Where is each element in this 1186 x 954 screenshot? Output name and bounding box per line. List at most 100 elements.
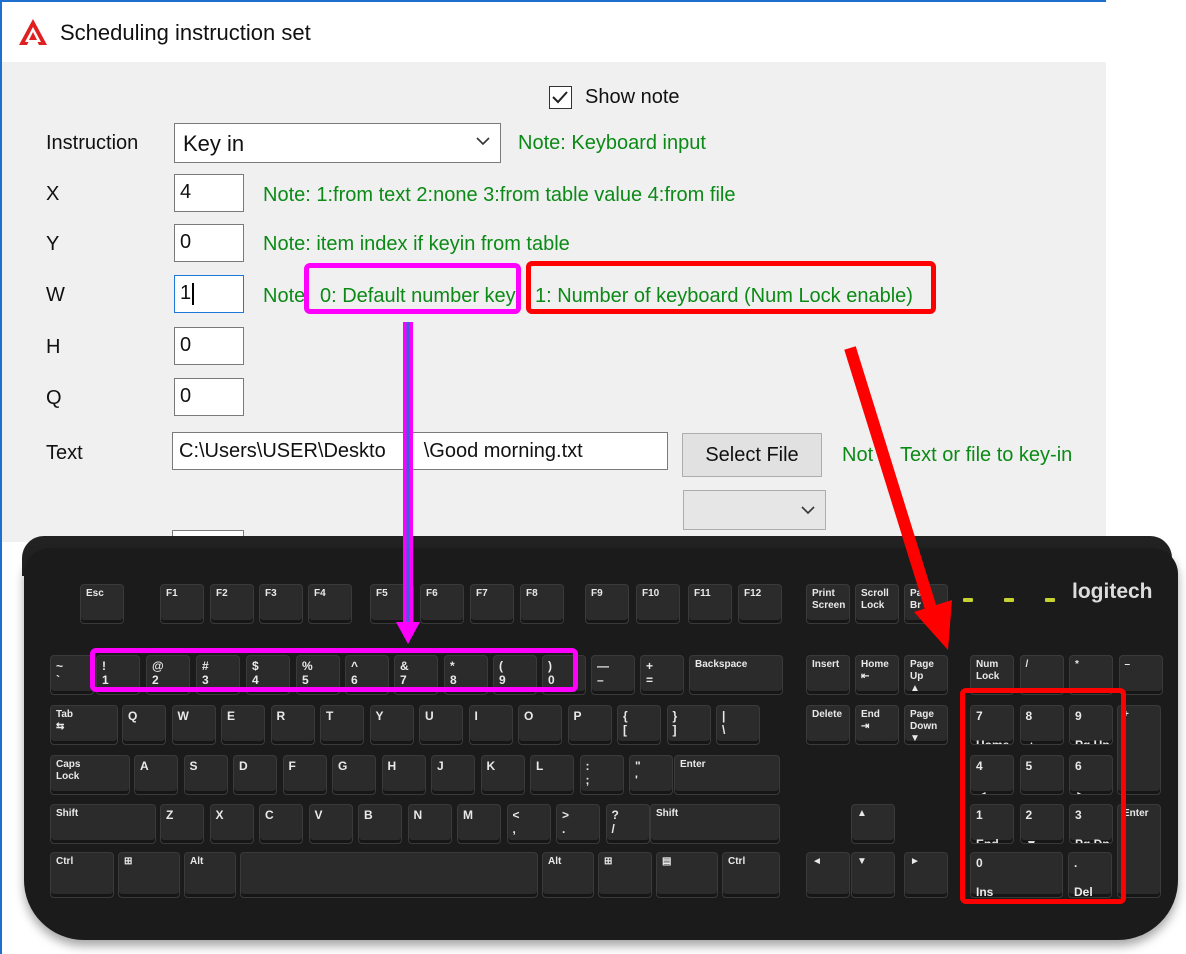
letter-key: N: [407, 804, 452, 844]
modifier-key: Ctrl: [50, 852, 114, 898]
fn-key: F5: [370, 584, 414, 624]
number-row-key: — –: [591, 655, 635, 695]
letter-key: : ;: [579, 755, 624, 795]
letter-key: G: [332, 755, 376, 795]
default-number-key-highlight: [304, 263, 521, 314]
numpad-highlight: [960, 688, 1126, 904]
letter-key: L: [530, 755, 574, 795]
modifier-key: Alt: [184, 852, 236, 898]
fn-key: Esc: [80, 584, 124, 624]
h-value: 0: [180, 334, 192, 356]
letter-key: ? /: [605, 804, 650, 844]
fn-key: F8: [520, 584, 564, 624]
window-title: Scheduling instruction set: [60, 20, 311, 45]
nav-key: Page Down ▼: [904, 705, 948, 745]
q-value: 0: [180, 385, 192, 407]
modifier-key: ▤: [656, 852, 718, 898]
q-label: Q: [46, 387, 62, 409]
scroll-lock-led: [1045, 598, 1055, 602]
text-note-tail: Text or file to key-in: [900, 444, 1073, 466]
number-row-key: ~ `: [50, 655, 94, 695]
numpad-key: –: [1118, 655, 1163, 695]
fn-key: F6: [420, 584, 464, 624]
arrow-down-key: ▼: [851, 852, 895, 898]
letter-key: F: [282, 755, 327, 795]
num-lock-led: [963, 598, 973, 602]
x-label: X: [46, 183, 60, 205]
modifier-key: Alt: [542, 852, 594, 898]
fn-key: F10: [636, 584, 680, 624]
number-row-key: + =: [640, 655, 684, 695]
letter-key: E: [221, 705, 265, 745]
encoding-select[interactable]: [683, 490, 826, 530]
letter-key: D: [233, 755, 277, 795]
letter-key: Z: [160, 804, 204, 844]
letter-key: { [: [617, 705, 661, 745]
app-logo-icon: [19, 19, 47, 45]
letter-key: I: [468, 705, 513, 745]
fn-key: F9: [585, 584, 629, 624]
letter-key: M: [457, 804, 501, 844]
instruction-label: Instruction: [46, 132, 139, 154]
modifier-key: ⊞: [118, 852, 180, 898]
y-value: 0: [180, 231, 192, 253]
show-note-checkbox[interactable]: [549, 86, 572, 109]
keyboard-brand: logitech: [1072, 580, 1153, 603]
checkmark-icon: [552, 91, 568, 104]
letter-key: C: [259, 804, 303, 844]
instruction-note: Note: Keyboard input: [518, 132, 706, 154]
letter-key: W: [171, 705, 216, 745]
h-input[interactable]: 0: [174, 327, 244, 365]
letter-key: S: [183, 755, 228, 795]
instruction-value: Key in: [183, 131, 245, 156]
letter-key: V: [308, 804, 353, 844]
nav-key: Delete: [806, 705, 850, 745]
text-path-input[interactable]: C:\Users\USER\Deskto \Good morning.txt: [172, 432, 668, 470]
numpad-option-highlight: [526, 261, 936, 314]
letter-key: Y: [369, 705, 414, 745]
fn-key: F12: [738, 584, 782, 624]
x-note: Note: 1:from text 2:none 3:from table va…: [263, 184, 736, 206]
x-input[interactable]: 4: [174, 174, 244, 212]
nav-key: Insert: [806, 655, 850, 695]
letter-key: A: [134, 755, 178, 795]
x-value: 4: [180, 181, 192, 203]
w-input[interactable]: 1: [174, 275, 244, 313]
shift-key: Shift: [650, 804, 780, 844]
show-note-label: Show note: [585, 86, 680, 108]
q-input[interactable]: 0: [174, 378, 244, 416]
caps-lock-key: Caps Lock: [50, 755, 130, 795]
enter-key: Enter: [674, 755, 780, 795]
space-bar: [240, 852, 538, 898]
letter-key: O: [518, 705, 562, 745]
caps-lock-led: [1004, 598, 1014, 602]
backspace-key: Backspace: [689, 655, 783, 695]
w-label: W: [46, 284, 65, 306]
fn-key: Scroll Lock: [855, 584, 899, 624]
y-note: Note: item index if keyin from table: [263, 233, 570, 255]
arrow-up-key: ▲: [851, 804, 895, 844]
chevron-down-icon: [476, 137, 490, 146]
select-file-button[interactable]: Select File: [682, 433, 822, 477]
text-path-value: C:\Users\USER\Deskto: [179, 440, 386, 462]
shift-key: Shift: [50, 804, 156, 844]
instruction-select[interactable]: Key in: [174, 123, 501, 163]
fn-key: F1: [160, 584, 204, 624]
text-note-head: Not: [842, 444, 874, 466]
letter-key: R: [270, 705, 315, 745]
arrow-left-key: ◄: [806, 852, 850, 898]
y-input[interactable]: 0: [174, 224, 244, 262]
nav-key: Home ⇤: [855, 655, 899, 695]
nav-key: End ⇥: [855, 705, 899, 745]
letter-key: K: [480, 755, 525, 795]
chevron-down-icon: [801, 506, 815, 515]
letter-key: T: [320, 705, 364, 745]
fn-key: F2: [210, 584, 254, 624]
letter-key: } ]: [666, 705, 711, 745]
w-value: 1: [180, 282, 192, 304]
w-note-prefix: Note: [263, 285, 306, 307]
text-label: Text: [46, 442, 83, 464]
letter-key: Q: [122, 705, 166, 745]
nav-key: Page Up ▲: [904, 655, 948, 695]
letter-key: | \: [716, 705, 760, 745]
